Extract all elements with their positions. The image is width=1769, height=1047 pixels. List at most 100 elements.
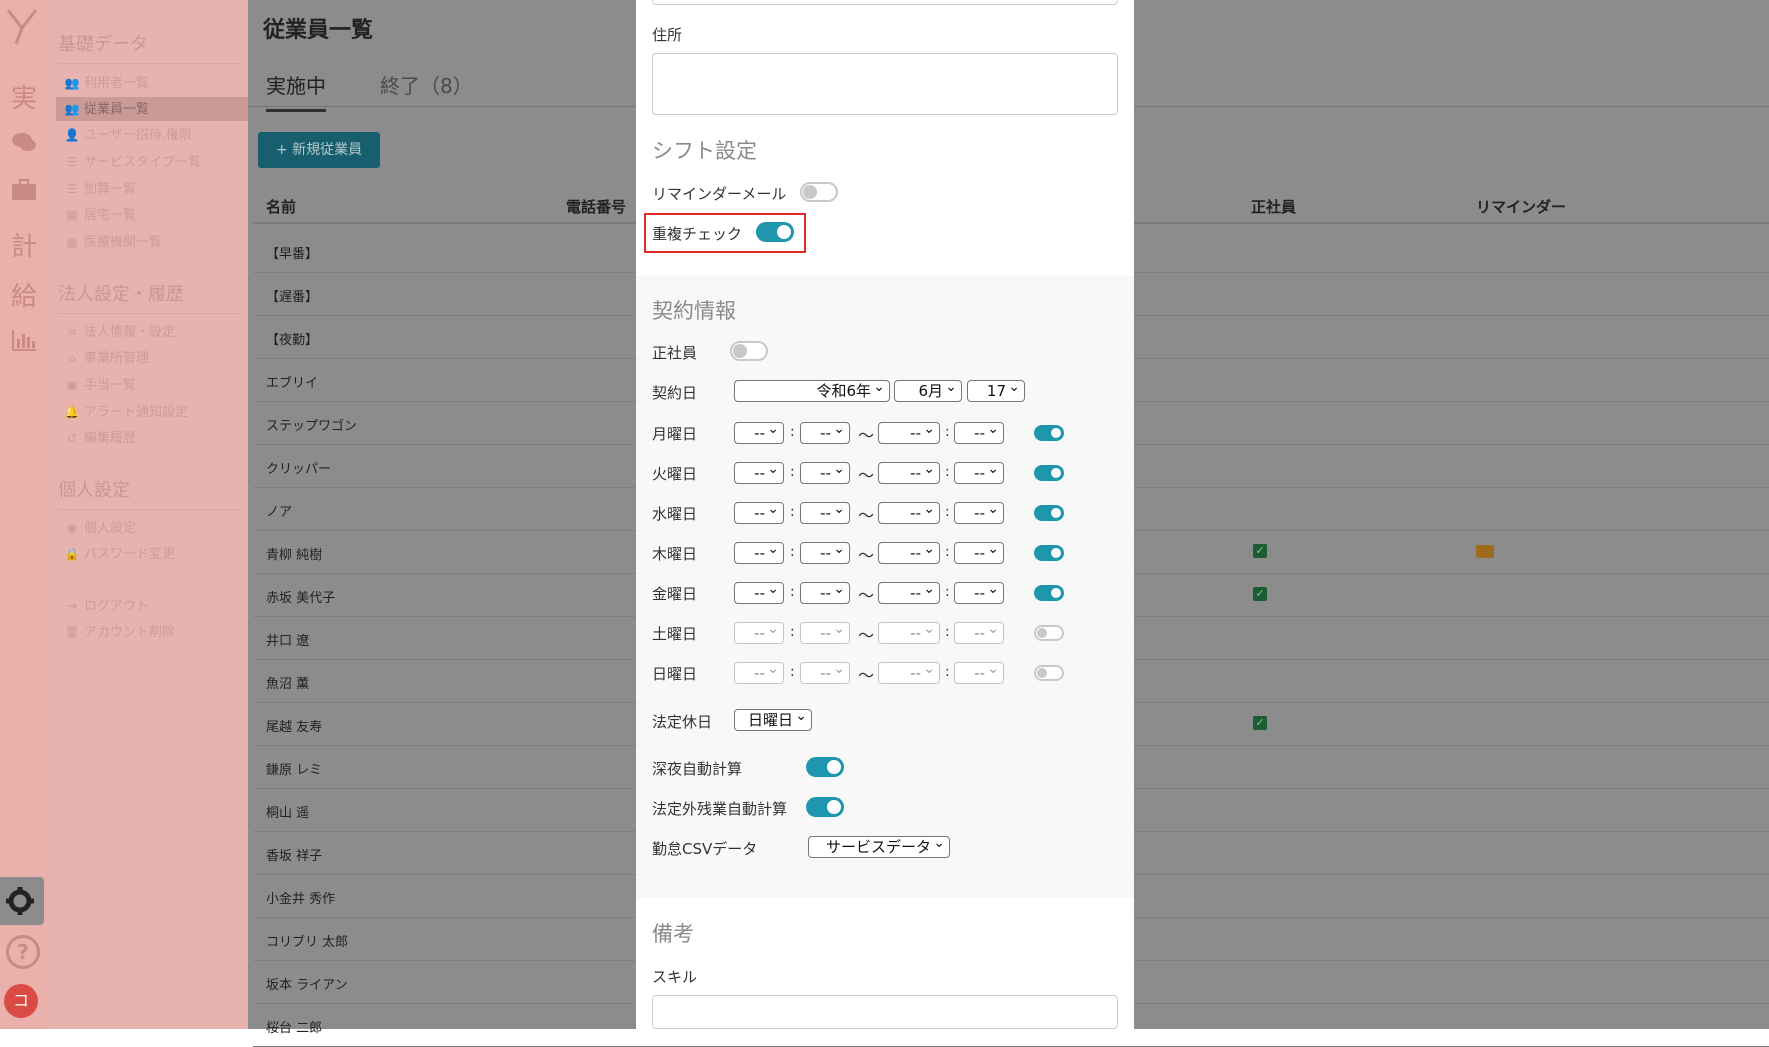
start-hour-select[interactable]: -- [734, 539, 784, 564]
sidebar-item-label: 居宅一覧 [84, 208, 137, 223]
start-minute-select[interactable]: -- [800, 459, 850, 484]
time-colon: : [945, 544, 950, 560]
weekday-toggle[interactable] [1034, 585, 1064, 601]
legal-holiday-select[interactable]: 日曜日 [734, 706, 812, 731]
page-title: 従業員一覧 [263, 18, 374, 43]
sidebar-item-users[interactable]: 👥 利用者一覧 [56, 71, 248, 95]
start-minute-select[interactable]: -- [800, 579, 850, 604]
night-auto-toggle[interactable] [806, 757, 844, 777]
sidebar-item-label: 加算一覧 [84, 182, 137, 197]
employee-name: 【遅番】 [266, 290, 319, 305]
highlight-box [644, 213, 806, 253]
sidebar-item-allowances[interactable]: ▣ 手当一覧 [56, 373, 248, 397]
time-colon: : [790, 584, 795, 600]
rail-item-kei[interactable]: 計 [0, 226, 48, 263]
time-tilde: 〜 [858, 666, 875, 685]
regular-employee-toggle[interactable] [730, 341, 768, 361]
sidebar-item-password[interactable]: 🔒 パスワード変更 [56, 542, 248, 566]
sidebar-item-delete-account[interactable]: 🗑 アカウント削除 [56, 620, 248, 644]
reminder-mail-toggle[interactable] [800, 182, 838, 202]
sidebar-item-invite[interactable]: 👤 ユーザー招待.権限 [56, 123, 248, 147]
weekday-toggle[interactable] [1034, 665, 1064, 681]
end-minute-select[interactable]: -- [954, 539, 1004, 564]
end-hour-select[interactable]: -- [878, 579, 940, 604]
end-hour-select[interactable]: -- [878, 539, 940, 564]
sidebar-item-logout[interactable]: ⇥ ログアウト [56, 594, 248, 618]
time-colon: : [945, 624, 950, 640]
overtime-auto-toggle[interactable] [806, 797, 844, 817]
skill-input[interactable] [652, 995, 1118, 1029]
start-minute-select[interactable]: -- [800, 539, 850, 564]
weekday-toggle[interactable] [1034, 545, 1064, 561]
sidebar-item-history[interactable]: ↺ 編集履歴 [56, 426, 248, 450]
time-colon: : [790, 624, 795, 640]
rail-item-kyu[interactable]: 給 [0, 276, 48, 313]
end-minute-select[interactable]: -- [954, 459, 1004, 484]
sidebar-item-corp-info[interactable]: ≡ 法人情報・設定 [56, 320, 248, 344]
end-hour-select[interactable]: -- [878, 459, 940, 484]
briefcase-icon[interactable] [0, 178, 48, 208]
start-minute-select[interactable]: -- [800, 419, 850, 444]
rail-item-jisshi[interactable]: 実 [0, 78, 48, 115]
column-header-phone[interactable]: 電話番号 [566, 196, 626, 217]
sidebar-item-medical[interactable]: ▦ 医療機関一覧 [56, 230, 248, 254]
text-field[interactable] [652, 0, 1118, 5]
sidebar-item-profile[interactable]: ◉ 個人設定 [56, 516, 248, 540]
chat-icon[interactable] [0, 130, 48, 160]
start-hour-select[interactable]: -- [734, 659, 784, 684]
start-minute-select[interactable]: -- [800, 659, 850, 684]
sidebar-item-additions[interactable]: ☰ 加算一覧 [56, 177, 248, 201]
tab-finished[interactable]: 終了（8） [380, 70, 473, 109]
building-icon: ▦ [66, 208, 78, 222]
sidebar-item-offices[interactable]: ⌂ 事業所管理 [56, 346, 248, 370]
contract-month-select[interactable]: 6月 [894, 377, 962, 402]
contract-day-select[interactable]: 17 [967, 377, 1025, 402]
end-hour-select[interactable]: -- [878, 419, 940, 444]
end-hour-select[interactable]: -- [878, 499, 940, 524]
legal-holiday-label: 法定休日 [652, 713, 713, 731]
contract-year-select[interactable]: 令和6年 [734, 377, 890, 402]
end-minute-select[interactable]: -- [954, 579, 1004, 604]
sidebar-item-alerts[interactable]: 🔔 アラート通知設定 [56, 400, 248, 424]
gear-icon[interactable] [0, 877, 44, 925]
column-header-reminder[interactable]: リマインダー [1476, 196, 1566, 217]
sidebar-item-service-types[interactable]: ☰ サービスタイプ一覧 [56, 150, 248, 174]
end-minute-select[interactable]: -- [954, 419, 1004, 444]
start-minute-select[interactable]: -- [800, 499, 850, 524]
sidebar-item-label: ログアウト [84, 599, 150, 614]
help-icon[interactable]: ? [6, 935, 40, 969]
address-label: 住所 [652, 26, 683, 44]
sidebar-section-title: 個人設定 [58, 480, 130, 501]
time-colon: : [945, 664, 950, 680]
add-employee-button[interactable]: + 新規従業員 [258, 132, 380, 168]
start-hour-select[interactable]: -- [734, 579, 784, 604]
start-hour-select[interactable]: -- [734, 499, 784, 524]
employee-name: 尾越 友寿 [266, 720, 323, 735]
weekday-toggle[interactable] [1034, 465, 1064, 481]
weekday-label: 木曜日 [652, 545, 698, 563]
end-hour-select[interactable]: -- [878, 619, 940, 644]
address-textarea[interactable] [652, 53, 1118, 115]
skill-label: スキル [652, 968, 698, 986]
column-header-regular[interactable]: 正社員 [1251, 196, 1296, 217]
weekday-toggle[interactable] [1034, 505, 1064, 521]
end-hour-select[interactable]: -- [878, 659, 940, 684]
sidebar-item-employees[interactable]: 👥 従業員一覧 [56, 97, 248, 121]
bar-chart-icon[interactable] [0, 328, 48, 358]
app-logo-icon[interactable] [6, 6, 38, 48]
avatar[interactable]: コ [4, 984, 38, 1018]
lock-icon: 🔒 [64, 547, 80, 561]
end-minute-select[interactable]: -- [954, 659, 1004, 684]
weekday-toggle[interactable] [1034, 625, 1064, 641]
start-minute-select[interactable]: -- [800, 619, 850, 644]
end-minute-select[interactable]: -- [954, 619, 1004, 644]
start-hour-select[interactable]: -- [734, 619, 784, 644]
money-icon: ▣ [66, 378, 78, 392]
weekday-toggle[interactable] [1034, 425, 1064, 441]
end-minute-select[interactable]: -- [954, 499, 1004, 524]
column-header-name[interactable]: 名前 [266, 196, 296, 217]
csv-select[interactable]: サービスデータ [808, 833, 950, 858]
start-hour-select[interactable]: -- [734, 419, 784, 444]
sidebar-item-homes[interactable]: ▦ 居宅一覧 [56, 203, 248, 227]
start-hour-select[interactable]: -- [734, 459, 784, 484]
